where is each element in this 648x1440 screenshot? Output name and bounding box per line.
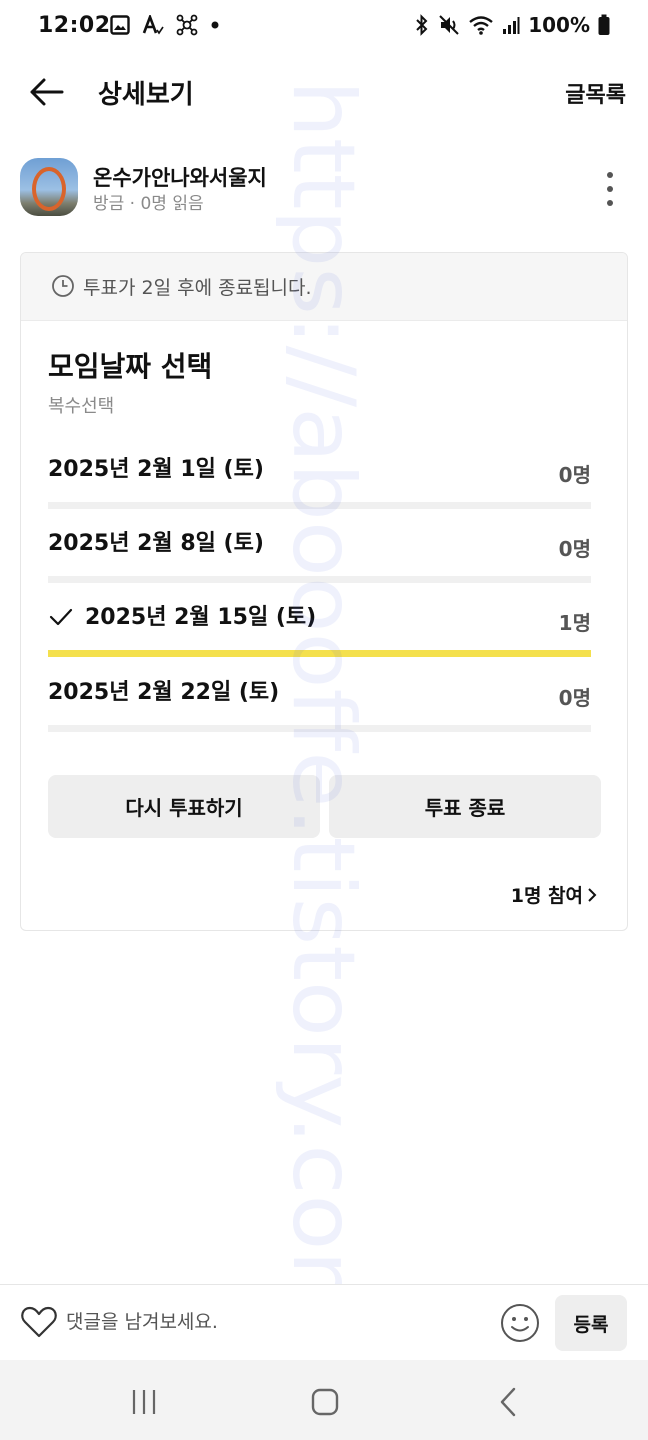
page-title: 상세보기: [98, 80, 194, 110]
poll-card: 투표가 2일 후에 종료됩니다. 모임날짜 선택 복수선택 2025년 2월 1…: [20, 252, 628, 931]
avatar[interactable]: [20, 158, 78, 216]
poll-option-count: 0명: [558, 537, 591, 561]
participants-link[interactable]: 1명 참여: [511, 881, 597, 908]
poll-option-label: 2025년 2월 15일 (토): [85, 605, 317, 630]
system-back-button[interactable]: [478, 1382, 538, 1422]
poll-option[interactable]: 2025년 2월 8일 (토) 0명: [48, 525, 591, 595]
recent-apps-icon: [132, 1390, 156, 1414]
status-bar: 12:02 100%: [0, 0, 648, 54]
gallery-icon: [110, 15, 130, 35]
back-button[interactable]: [26, 74, 66, 110]
more-dot-icon: [607, 200, 613, 206]
more-options-button[interactable]: [600, 172, 620, 206]
system-nav-bar: [0, 1360, 648, 1440]
battery-percent: 100%: [528, 13, 590, 37]
font-icon: [142, 15, 164, 35]
poll-option-bar: [48, 502, 591, 509]
submit-comment-button[interactable]: 등록: [555, 1295, 627, 1351]
author-header: 온수가안나와서울지 방금 · 0명 읽음: [20, 158, 628, 220]
app-bar: 상세보기 글목록: [0, 60, 648, 124]
clock-icon: [52, 275, 74, 297]
poll-option-bar: [48, 725, 591, 732]
poll-title: 모임날짜 선택: [48, 350, 213, 383]
battery-icon: [598, 14, 610, 35]
avatar-ring-shape: [32, 167, 66, 211]
poll-option-selected[interactable]: 2025년 2월 15일 (토) 1명: [48, 599, 591, 669]
chevron-right-icon: [588, 887, 597, 902]
home-icon: [311, 1388, 339, 1416]
status-left-icons: [110, 14, 220, 36]
end-poll-button[interactable]: 투표 종료: [329, 775, 601, 838]
poll-option-label: 2025년 2월 1일 (토): [48, 457, 264, 482]
poll-option-count: 1명: [558, 611, 591, 635]
poll-type-label: 복수선택: [48, 396, 115, 417]
dot-icon: [211, 21, 219, 29]
status-time: 12:02: [38, 13, 111, 38]
poll-option[interactable]: 2025년 2월 1일 (토) 0명: [48, 451, 591, 521]
participants-count: 1명 참여: [510, 885, 583, 907]
arrow-left-icon: [30, 78, 64, 106]
post-meta: 방금 · 0명 읽음: [93, 194, 204, 214]
poll-option-count: 0명: [558, 463, 591, 487]
nodes-icon: [176, 14, 198, 36]
poll-option-label: 2025년 2월 22일 (토): [48, 680, 280, 705]
revote-button[interactable]: 다시 투표하기: [48, 775, 320, 838]
home-button[interactable]: [295, 1382, 355, 1422]
heart-icon[interactable]: [20, 1305, 58, 1339]
poll-option[interactable]: 2025년 2월 22일 (토) 0명: [48, 674, 591, 744]
bluetooth-icon: [416, 14, 428, 36]
recent-apps-button[interactable]: [114, 1382, 174, 1422]
comment-input[interactable]: [66, 1306, 366, 1338]
poll-option-bar: [48, 576, 591, 583]
poll-option-count: 0명: [558, 686, 591, 710]
poll-notice: 투표가 2일 후에 종료됩니다.: [21, 253, 627, 321]
comment-bar: 등록: [0, 1284, 648, 1360]
check-icon: [49, 608, 73, 626]
mute-icon: [439, 15, 459, 35]
more-dot-icon: [607, 172, 613, 178]
status-right-icons: 100%: [414, 13, 610, 37]
author-name[interactable]: 온수가안나와서울지: [93, 162, 267, 192]
poll-option-label: 2025년 2월 8일 (토): [48, 531, 264, 556]
poll-deadline-text: 투표가 2일 후에 종료됩니다.: [83, 277, 312, 299]
signal-icon: [503, 17, 520, 34]
chevron-left-icon: [500, 1387, 516, 1417]
poll-option-bar-fill: [48, 650, 591, 657]
wifi-icon: [469, 16, 493, 35]
more-dot-icon: [607, 186, 613, 192]
poll-option-bar: [48, 650, 591, 657]
post-list-link[interactable]: 글목록: [565, 77, 626, 109]
emoji-icon[interactable]: [500, 1303, 540, 1343]
